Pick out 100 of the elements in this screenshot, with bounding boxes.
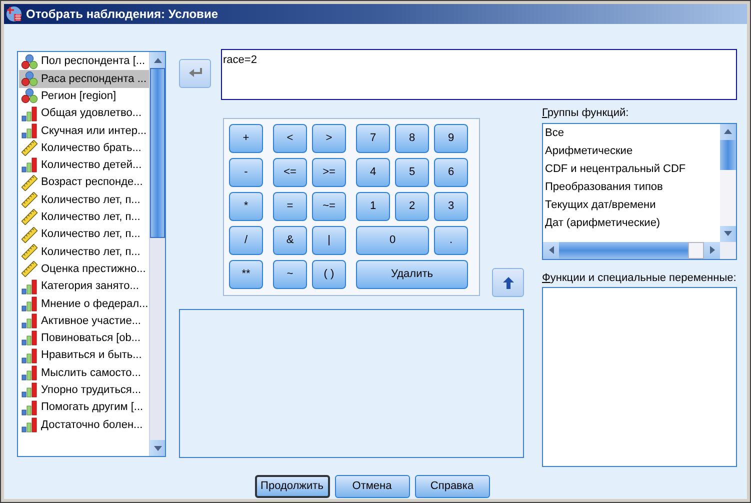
keypad-key[interactable]: 3: [434, 192, 468, 221]
scrollbar-corner: [720, 242, 736, 258]
variable-item[interactable]: Нравиться и быть...: [19, 347, 149, 364]
expression-field[interactable]: race=2: [221, 49, 737, 100]
keypad-key[interactable]: 7: [356, 124, 390, 153]
scrollbar-thumb[interactable]: [720, 140, 736, 170]
variable-item[interactable]: Оценка престижно...: [19, 260, 149, 278]
bar-chart-icon: [21, 382, 38, 398]
variable-item[interactable]: Мыслить самосто...: [19, 364, 149, 382]
function-group-item[interactable]: Все: [545, 124, 720, 142]
variable-item[interactable]: Мнение о федерал...: [19, 295, 149, 312]
operator-key[interactable]: -: [229, 158, 263, 187]
dialog-button[interactable]: Отмена: [334, 475, 410, 498]
ruler-icon: [21, 174, 38, 191]
bar-chart-icon: [21, 416, 38, 433]
left-arrow-icon: [548, 246, 554, 254]
operator-key[interactable]: **: [229, 260, 263, 289]
bar-chart-icon: [21, 330, 38, 346]
ruler-icon: [21, 192, 38, 208]
variable-item[interactable]: Помогать другим [...: [19, 398, 149, 416]
keypad-key[interactable]: 9: [434, 124, 468, 153]
keypad-key[interactable]: 8: [395, 124, 429, 153]
operator-key[interactable]: <: [273, 124, 307, 153]
operator-key[interactable]: ~=: [312, 192, 346, 221]
function-group-item[interactable]: Арифметические: [545, 142, 720, 160]
function-group-item[interactable]: CDF и нецентральный CDF: [545, 160, 720, 178]
operator-key[interactable]: *: [229, 192, 263, 221]
ruler-icon: [21, 140, 38, 156]
horizontal-scrollbar[interactable]: [543, 242, 720, 258]
operator-key[interactable]: ~: [273, 260, 307, 289]
up-arrow-icon: [724, 129, 732, 134]
bar-chart-icon: [21, 348, 38, 364]
function-group-item[interactable]: Текущих дат/времени: [545, 196, 720, 214]
function-group-item[interactable]: Преобразования типов: [545, 178, 720, 196]
operator-key[interactable]: ( ): [312, 260, 346, 289]
operator-key[interactable]: >=: [312, 158, 346, 187]
up-arrow-icon: [502, 276, 514, 288]
variable-item[interactable]: Раса респондента ...: [19, 70, 149, 88]
variable-item[interactable]: Упорно трудиться...: [19, 382, 149, 399]
move-button[interactable]: [179, 59, 211, 88]
window-title: Отобрать наблюдения: Условие: [26, 6, 218, 23]
operator-key[interactable]: |: [312, 226, 346, 255]
scrollbar[interactable]: [720, 124, 736, 242]
nominal-icon: [21, 88, 38, 104]
variable-item[interactable]: Скучная или интер...: [19, 122, 149, 140]
variable-item[interactable]: Количество лет, п...: [19, 226, 149, 244]
keypad-key[interactable]: 1: [356, 192, 390, 221]
function-group-item[interactable]: Дат (арифметические): [545, 214, 720, 232]
bar-chart-icon: [21, 296, 38, 312]
keypad-key[interactable]: 6: [434, 158, 468, 187]
keypad-key[interactable]: 2: [395, 192, 429, 221]
ruler-icon: [21, 244, 38, 260]
down-arrow-icon: [154, 446, 162, 450]
operator-key[interactable]: >: [312, 124, 346, 153]
variable-item[interactable]: Количество детей...: [19, 156, 149, 174]
nominal-icon: [21, 54, 38, 70]
variable-item[interactable]: Количество лет, п...: [19, 208, 149, 226]
down-arrow-icon: [724, 231, 732, 236]
variable-item[interactable]: Количество брать...: [19, 139, 149, 157]
variable-item[interactable]: Достаточно болен...: [19, 416, 149, 434]
function-groups-label: Группы функций:: [542, 106, 630, 121]
scrollbar[interactable]: [149, 52, 165, 456]
variable-item[interactable]: Возраст респонде...: [19, 174, 149, 192]
variable-item[interactable]: Общая удовлетво...: [19, 104, 149, 122]
operator-key[interactable]: &: [273, 226, 307, 255]
operator-key[interactable]: /: [229, 226, 263, 255]
right-arrow-icon: [710, 246, 714, 254]
ruler-icon: [21, 209, 38, 226]
keypad-key[interactable]: .: [434, 226, 468, 255]
bar-chart-icon: [21, 313, 38, 330]
keypad-key[interactable]: 5: [395, 158, 429, 187]
keypad-key[interactable]: 0: [356, 226, 429, 255]
left-arrow-icon: [188, 68, 202, 79]
keypad-key[interactable]: Удалить: [356, 260, 468, 289]
functions-label: Функции и специальные переменные:: [542, 270, 737, 286]
scrollbar-thumb[interactable]: [688, 242, 704, 258]
bar-chart-icon: [21, 106, 38, 122]
variable-item[interactable]: Регион [region]: [19, 88, 149, 105]
variable-item[interactable]: Повиноваться [ob...: [19, 330, 149, 348]
bar-chart-icon: [21, 122, 38, 139]
scrollbar-thumb[interactable]: [150, 68, 165, 238]
variable-item[interactable]: Количество лет, п...: [19, 191, 149, 209]
variable-item[interactable]: Категория занято...: [19, 278, 149, 296]
variable-item[interactable]: Пол респондента [...: [19, 53, 149, 70]
dialog-button[interactable]: Справка: [414, 475, 490, 498]
insert-button[interactable]: [492, 268, 524, 297]
bar-chart-icon: [21, 157, 38, 174]
variable-item[interactable]: Количество лет, п...: [19, 243, 149, 261]
variable-item[interactable]: Активное участие...: [19, 312, 149, 330]
nominal-icon: [21, 70, 38, 87]
bar-chart-icon: [21, 400, 38, 416]
operator-key[interactable]: =: [273, 192, 307, 221]
operator-key[interactable]: +: [229, 124, 263, 153]
bar-chart-icon: [21, 278, 38, 294]
dialog-button[interactable]: Продолжить: [254, 475, 330, 498]
ruler-icon: [21, 226, 38, 243]
app-icon: [6, 6, 22, 22]
up-arrow-icon: [154, 58, 162, 62]
keypad-key[interactable]: 4: [356, 158, 390, 187]
operator-key[interactable]: <=: [273, 158, 307, 187]
